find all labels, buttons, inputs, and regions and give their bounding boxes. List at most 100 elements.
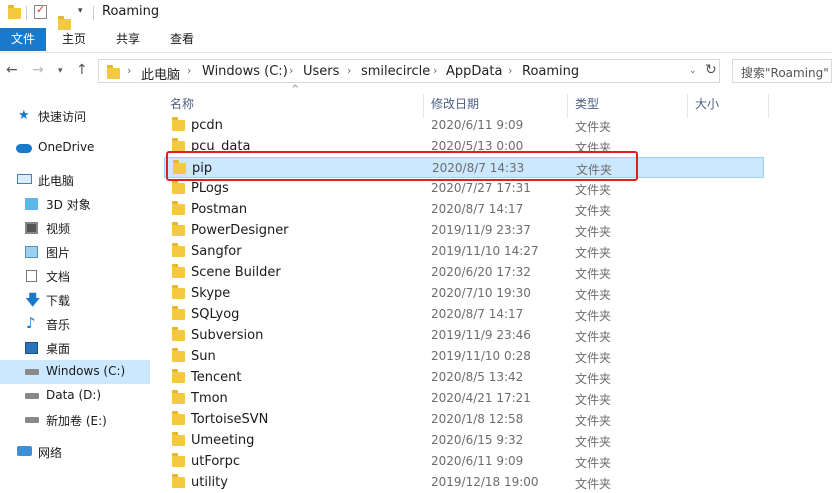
- table-row[interactable]: Scene Builder 2020/6/20 17:32 文件夹: [164, 262, 764, 283]
- refresh-icon[interactable]: ↻: [705, 62, 717, 78]
- file-date: 2020/6/20 17:32: [431, 265, 531, 279]
- nav-item-pictures[interactable]: 图片: [0, 240, 150, 264]
- search-input[interactable]: 搜索"Roaming": [732, 59, 832, 83]
- file-date: 2020/8/5 13:42: [431, 370, 524, 384]
- file-name: Sangfor: [191, 244, 242, 259]
- file-type: 文件夹: [575, 288, 612, 302]
- file-date: 2020/8/7 14:17: [431, 307, 524, 321]
- table-row[interactable]: Umeeting 2020/6/15 9:32 文件夹: [164, 430, 764, 451]
- nav-item-network[interactable]: 网络: [0, 440, 150, 464]
- chevron-right-icon[interactable]: ›: [289, 64, 293, 77]
- column-date[interactable]: 修改日期: [431, 90, 479, 118]
- nav-item-this-pc[interactable]: 此电脑: [0, 168, 150, 192]
- chevron-right-icon[interactable]: ›: [508, 64, 512, 77]
- table-row[interactable]: TortoiseSVN 2020/1/8 12:58 文件夹: [164, 409, 764, 430]
- nav-item-c-drive[interactable]: Windows (C:): [0, 360, 150, 384]
- breadcrumb-appdata[interactable]: AppData: [446, 64, 502, 79]
- file-name: utForpc: [191, 454, 241, 469]
- address-field[interactable]: › 此电脑 › Windows (C:) › Users › smilecirc…: [98, 59, 720, 83]
- file-type: 文件夹: [575, 372, 612, 386]
- nav-item-quick-access[interactable]: ★ 快速访问: [0, 104, 150, 128]
- drive-icon: [25, 417, 39, 423]
- breadcrumb-this-pc[interactable]: 此电脑: [141, 64, 180, 83]
- column-divider[interactable]: [768, 94, 769, 118]
- back-icon[interactable]: ←: [6, 62, 18, 78]
- folder-icon: [8, 5, 21, 19]
- table-row[interactable]: utility 2019/12/18 19:00 文件夹: [164, 472, 764, 493]
- tab-view[interactable]: 查看: [162, 28, 202, 51]
- table-row[interactable]: Sangfor 2019/11/10 14:27 文件夹: [164, 241, 764, 262]
- nav-label: 此电脑: [38, 174, 75, 188]
- document-icon: [26, 270, 37, 282]
- table-row[interactable]: Sun 2019/11/10 0:28 文件夹: [164, 346, 764, 367]
- forward-icon[interactable]: →: [32, 62, 44, 78]
- file-date: 2020/6/15 9:32: [431, 433, 524, 447]
- nav-item-onedrive[interactable]: OneDrive: [0, 136, 150, 160]
- chevron-right-icon[interactable]: ›: [433, 64, 437, 77]
- nav-item-d-drive[interactable]: Data (D:): [0, 384, 150, 408]
- breadcrumb-c-drive[interactable]: Windows (C:): [202, 64, 288, 79]
- tab-file[interactable]: 文件: [0, 28, 46, 51]
- table-row[interactable]: Skype 2020/7/10 19:30 文件夹: [164, 283, 764, 304]
- folder-icon: [172, 117, 185, 131]
- chevron-down-icon[interactable]: ⌄: [689, 66, 697, 76]
- up-icon[interactable]: ↑: [76, 62, 88, 78]
- tab-share[interactable]: 共享: [108, 28, 148, 51]
- address-toolbar: ← → ▾ ↑ › 此电脑 › Windows (C:) › Users › s…: [0, 56, 832, 86]
- nav-item-3d-objects[interactable]: 3D 对象: [0, 192, 150, 216]
- folder-icon: [172, 390, 185, 404]
- chevron-right-icon[interactable]: ›: [187, 64, 191, 77]
- nav-label: 音乐: [46, 318, 71, 332]
- column-type[interactable]: 类型: [575, 90, 599, 118]
- table-row[interactable]: Subversion 2019/11/9 23:46 文件夹: [164, 325, 764, 346]
- folder-icon: [172, 432, 185, 446]
- recent-dropdown-icon[interactable]: ▾: [58, 66, 63, 76]
- table-row[interactable]: Tmon 2020/4/21 17:21 文件夹: [164, 388, 764, 409]
- cube-icon: [25, 198, 38, 210]
- chevron-right-icon[interactable]: ›: [127, 64, 131, 77]
- folder-icon: [107, 65, 120, 79]
- nav-label: 文档: [46, 270, 71, 284]
- nav-item-desktop[interactable]: 桌面: [0, 336, 150, 360]
- tab-home[interactable]: 主页: [54, 28, 94, 51]
- chevron-right-icon[interactable]: ›: [347, 64, 351, 77]
- network-icon: [17, 446, 32, 456]
- table-row[interactable]: PowerDesigner 2019/11/9 23:37 文件夹: [164, 220, 764, 241]
- table-row[interactable]: Tencent 2020/8/5 13:42 文件夹: [164, 367, 764, 388]
- file-name: Sun: [191, 349, 216, 364]
- table-row[interactable]: utForpc 2020/6/11 9:09 文件夹: [164, 451, 764, 472]
- nav-item-e-drive[interactable]: 新加卷 (E:): [0, 408, 150, 432]
- column-name[interactable]: 名称: [170, 90, 194, 118]
- desktop-icon: [25, 342, 38, 354]
- table-row[interactable]: pcdn 2020/6/11 9:09 文件夹: [164, 115, 764, 136]
- breadcrumb-user[interactable]: smilecircle: [361, 64, 430, 79]
- folder-icon: [172, 201, 185, 215]
- breadcrumb-users[interactable]: Users: [303, 64, 339, 79]
- video-icon: [25, 222, 38, 234]
- file-name: utility: [191, 475, 228, 490]
- nav-label: 桌面: [46, 342, 71, 356]
- breadcrumb-roaming[interactable]: Roaming: [522, 64, 579, 79]
- table-row[interactable]: SQLyog 2020/8/7 14:17 文件夹: [164, 304, 764, 325]
- column-size[interactable]: 大小: [695, 90, 719, 118]
- navigation-pane: ★ 快速访问 OneDrive 此电脑 3D 对象 视频 图片 文档 🡇 下载 …: [0, 96, 160, 484]
- drive-icon: [25, 393, 39, 399]
- table-row[interactable]: PLogs 2020/7/27 17:31 文件夹: [164, 178, 764, 199]
- file-date: 2019/12/18 19:00: [431, 475, 539, 489]
- folder-icon: [172, 222, 185, 236]
- nav-item-videos[interactable]: 视频: [0, 216, 150, 240]
- file-type: 文件夹: [575, 435, 612, 449]
- picture-icon: [25, 246, 38, 258]
- search-placeholder: 搜索"Roaming": [741, 66, 829, 80]
- file-name: PLogs: [191, 181, 229, 196]
- file-date: 2020/7/27 17:31: [431, 181, 531, 195]
- table-row[interactable]: Postman 2020/8/7 14:17 文件夹: [164, 199, 764, 220]
- nav-item-downloads[interactable]: 🡇 下载: [0, 288, 150, 312]
- divider: [93, 6, 94, 20]
- nav-item-music[interactable]: ♪ 音乐: [0, 312, 150, 336]
- properties-icon[interactable]: ✓: [34, 3, 47, 19]
- quick-access-dropdown-icon[interactable]: ▾: [78, 6, 83, 16]
- file-date: 2020/7/10 19:30: [431, 286, 531, 300]
- folder-icon: [172, 243, 185, 257]
- nav-item-documents[interactable]: 文档: [0, 264, 150, 288]
